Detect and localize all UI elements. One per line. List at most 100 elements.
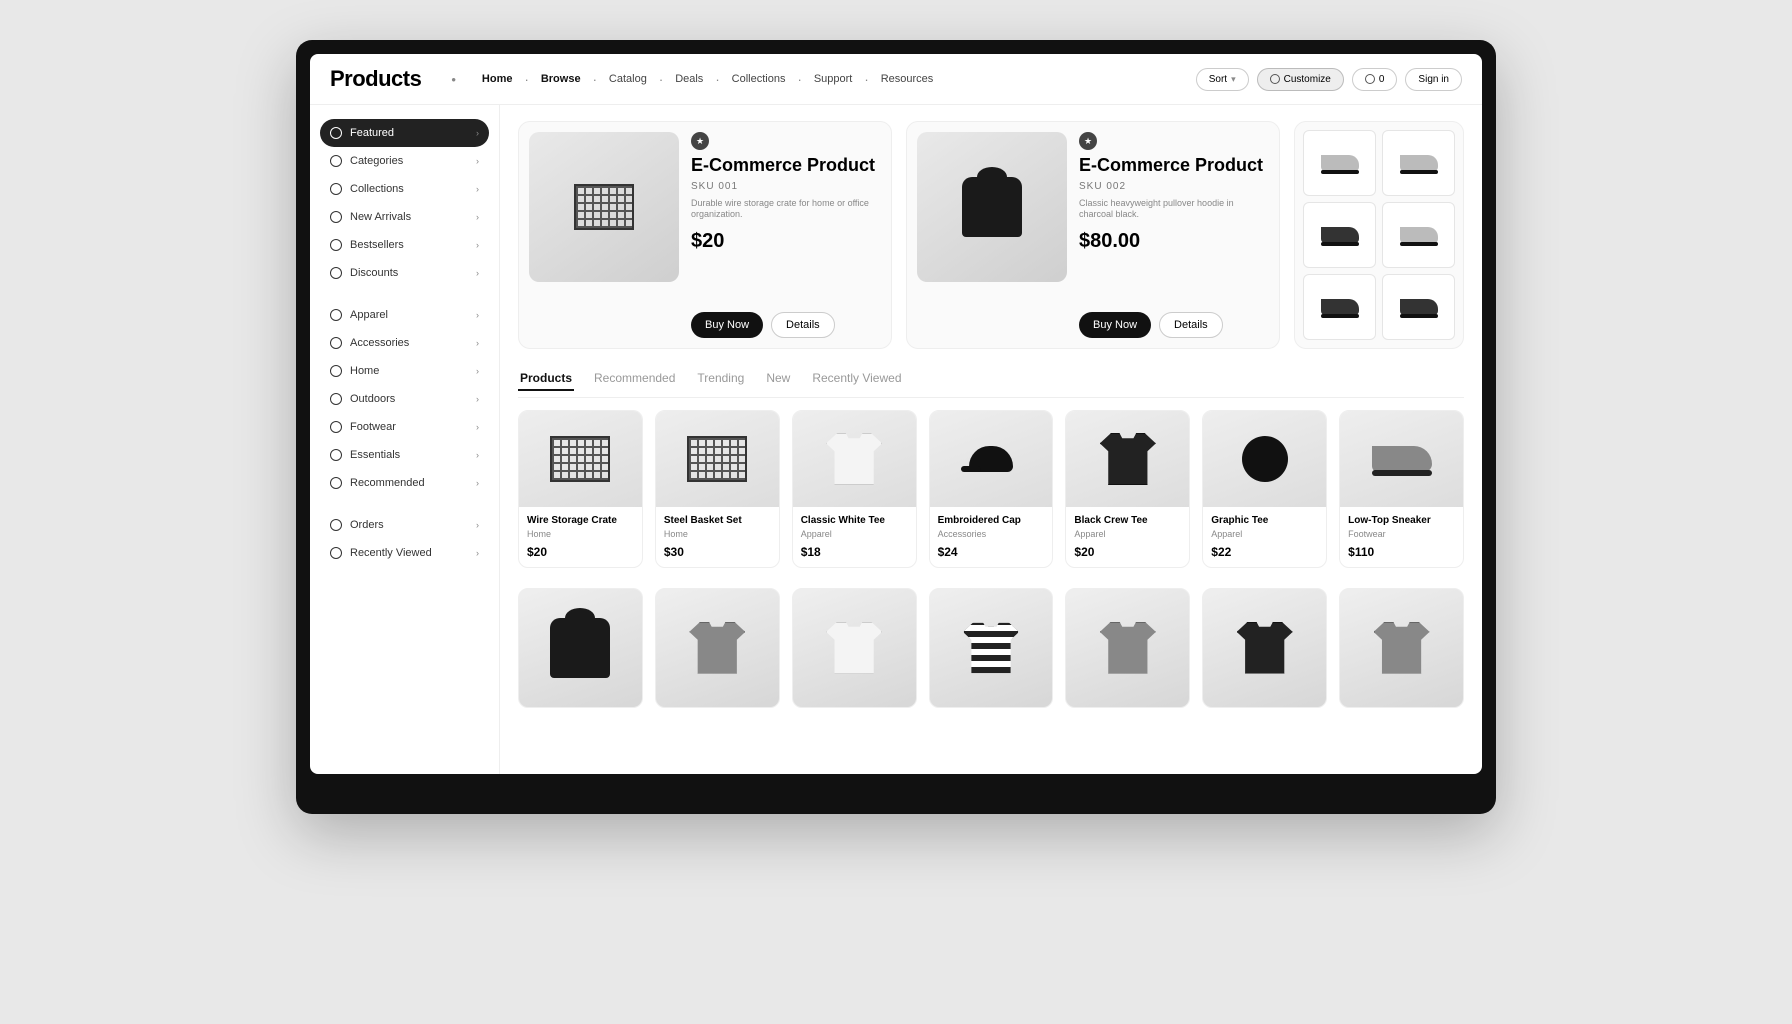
sidebar-item-label: Collections [350,183,404,195]
product-card[interactable] [518,588,643,708]
sidebar-item[interactable]: Home› [320,357,489,385]
product-card[interactable] [792,588,917,708]
product-image [1203,411,1326,507]
account-button[interactable]: Sign in [1405,68,1462,91]
cart-button[interactable]: 0 [1352,68,1398,91]
featured-image [917,132,1067,282]
chevron-right-icon: › [476,422,479,432]
sidebar-item[interactable]: Featured› [320,119,489,147]
tab[interactable]: Recommended [592,367,677,391]
product-image [1340,411,1463,507]
product-price: $20 [527,545,634,559]
product-card[interactable] [929,588,1054,708]
product-card[interactable]: Low-Top SneakerFootwear$110 [1339,410,1464,568]
sidebar-item[interactable]: Categories› [320,147,489,175]
sidebar-item-label: Recently Viewed [350,547,432,559]
product-card[interactable]: Embroidered CapAccessories$24 [929,410,1054,568]
shelf-cell [1382,202,1455,268]
separator-dot: · [864,72,868,87]
badge-icon: ★ [1079,132,1097,150]
top-nav: Home·Browse·Catalog·Deals·Collections·Su… [474,69,1178,89]
product-price: $20 [1074,545,1181,559]
buy-now-button[interactable]: Buy Now [691,312,763,338]
nav-item[interactable]: Collections [724,69,794,89]
product-title: Steel Basket Set [664,515,771,527]
sidebar-item[interactable]: Apparel › [320,301,489,329]
nav-item[interactable]: Deals [667,69,711,89]
sidebar-item-label: Orders [350,519,384,531]
nav-item[interactable]: Home [474,69,521,89]
category-icon [330,127,342,139]
sidebar-item[interactable]: Collections › [320,175,489,203]
sidebar-item-label: Featured [350,127,394,139]
buy-now-button[interactable]: Buy Now [1079,312,1151,338]
product-image [656,411,779,507]
sidebar-item[interactable]: Accessories › [320,329,489,357]
monitor-frame: Products • Home·Browse·Catalog·Deals·Col… [296,40,1496,814]
details-button[interactable]: Details [1159,312,1223,338]
customize-button[interactable]: Customize [1257,68,1344,91]
category-icon [330,183,342,195]
sidebar-item[interactable]: New Arrivals› [320,203,489,231]
product-category: Home [664,529,771,539]
product-title: Graphic Tee [1211,515,1318,527]
product-card[interactable]: Classic White TeeApparel$18 [792,410,917,568]
product-title: Embroidered Cap [938,515,1045,527]
shelf-card[interactable] [1294,121,1464,349]
sidebar-item[interactable]: Outdoors› [320,385,489,413]
chevron-right-icon: › [476,268,479,278]
chevron-right-icon: › [476,310,479,320]
product-card[interactable]: Steel Basket SetHome$30 [655,410,780,568]
product-card[interactable]: Black Crew TeeApparel$20 [1065,410,1190,568]
product-card[interactable] [1339,588,1464,708]
product-card[interactable]: Wire Storage CrateHome$20 [518,410,643,568]
product-title: Low-Top Sneaker [1348,515,1455,527]
chevron-right-icon: › [476,184,479,194]
separator-dot: · [715,72,719,87]
category-icon [330,393,342,405]
sidebar-item[interactable]: Bestsellers› [320,231,489,259]
nav-item[interactable]: Support [806,69,861,89]
sidebar: Featured›Categories›Collections›New Arri… [310,105,500,774]
sidebar-item-label: Apparel [350,309,388,321]
product-card[interactable] [655,588,780,708]
tab[interactable]: Recently Viewed [810,367,903,391]
sidebar-item[interactable]: Orders› [320,511,489,539]
sidebar-item-label: Accessories [350,337,409,349]
sidebar-item-label: Home [350,365,379,377]
shelf-cell [1303,202,1376,268]
sidebar-item[interactable]: Recently Viewed› [320,539,489,567]
nav-item[interactable]: Catalog [601,69,655,89]
sidebar-item-label: Categories [350,155,403,167]
nav-item[interactable]: Resources [873,69,942,89]
sidebar-item[interactable]: Footwear› [320,413,489,441]
separator-dot: • [451,72,456,87]
featured-card[interactable]: ★ E-Commerce Product SKU 002 Classic hea… [906,121,1280,349]
product-card[interactable] [1065,588,1190,708]
tab[interactable]: Products [518,367,574,391]
sidebar-item[interactable]: Recommended› [320,469,489,497]
category-icon [330,547,342,559]
sidebar-item[interactable]: Discounts › [320,259,489,287]
chevron-right-icon: › [476,240,479,250]
product-card[interactable] [1202,588,1327,708]
tab[interactable]: New [764,367,792,391]
details-button[interactable]: Details [771,312,835,338]
product-title: Black Crew Tee [1074,515,1181,527]
product-grid-row-2 [518,588,1464,708]
shelf-cell [1382,274,1455,340]
product-price: $22 [1211,545,1318,559]
product-card[interactable]: Graphic TeeApparel$22 [1202,410,1327,568]
sidebar-item[interactable]: Essentials› [320,441,489,469]
main-content: ★ E-Commerce Product SKU 001 Durable wir… [500,105,1482,774]
tab[interactable]: Trending [695,367,746,391]
separator-dot: · [797,72,801,87]
chevron-right-icon: › [476,338,479,348]
featured-price: $20 [691,230,881,253]
sort-button[interactable]: Sort▾ [1196,68,1249,91]
sidebar-item-label: Discounts [350,267,398,279]
featured-image [529,132,679,282]
featured-card[interactable]: ★ E-Commerce Product SKU 001 Durable wir… [518,121,892,349]
nav-item[interactable]: Browse [533,69,589,89]
featured-row: ★ E-Commerce Product SKU 001 Durable wir… [518,121,1464,349]
